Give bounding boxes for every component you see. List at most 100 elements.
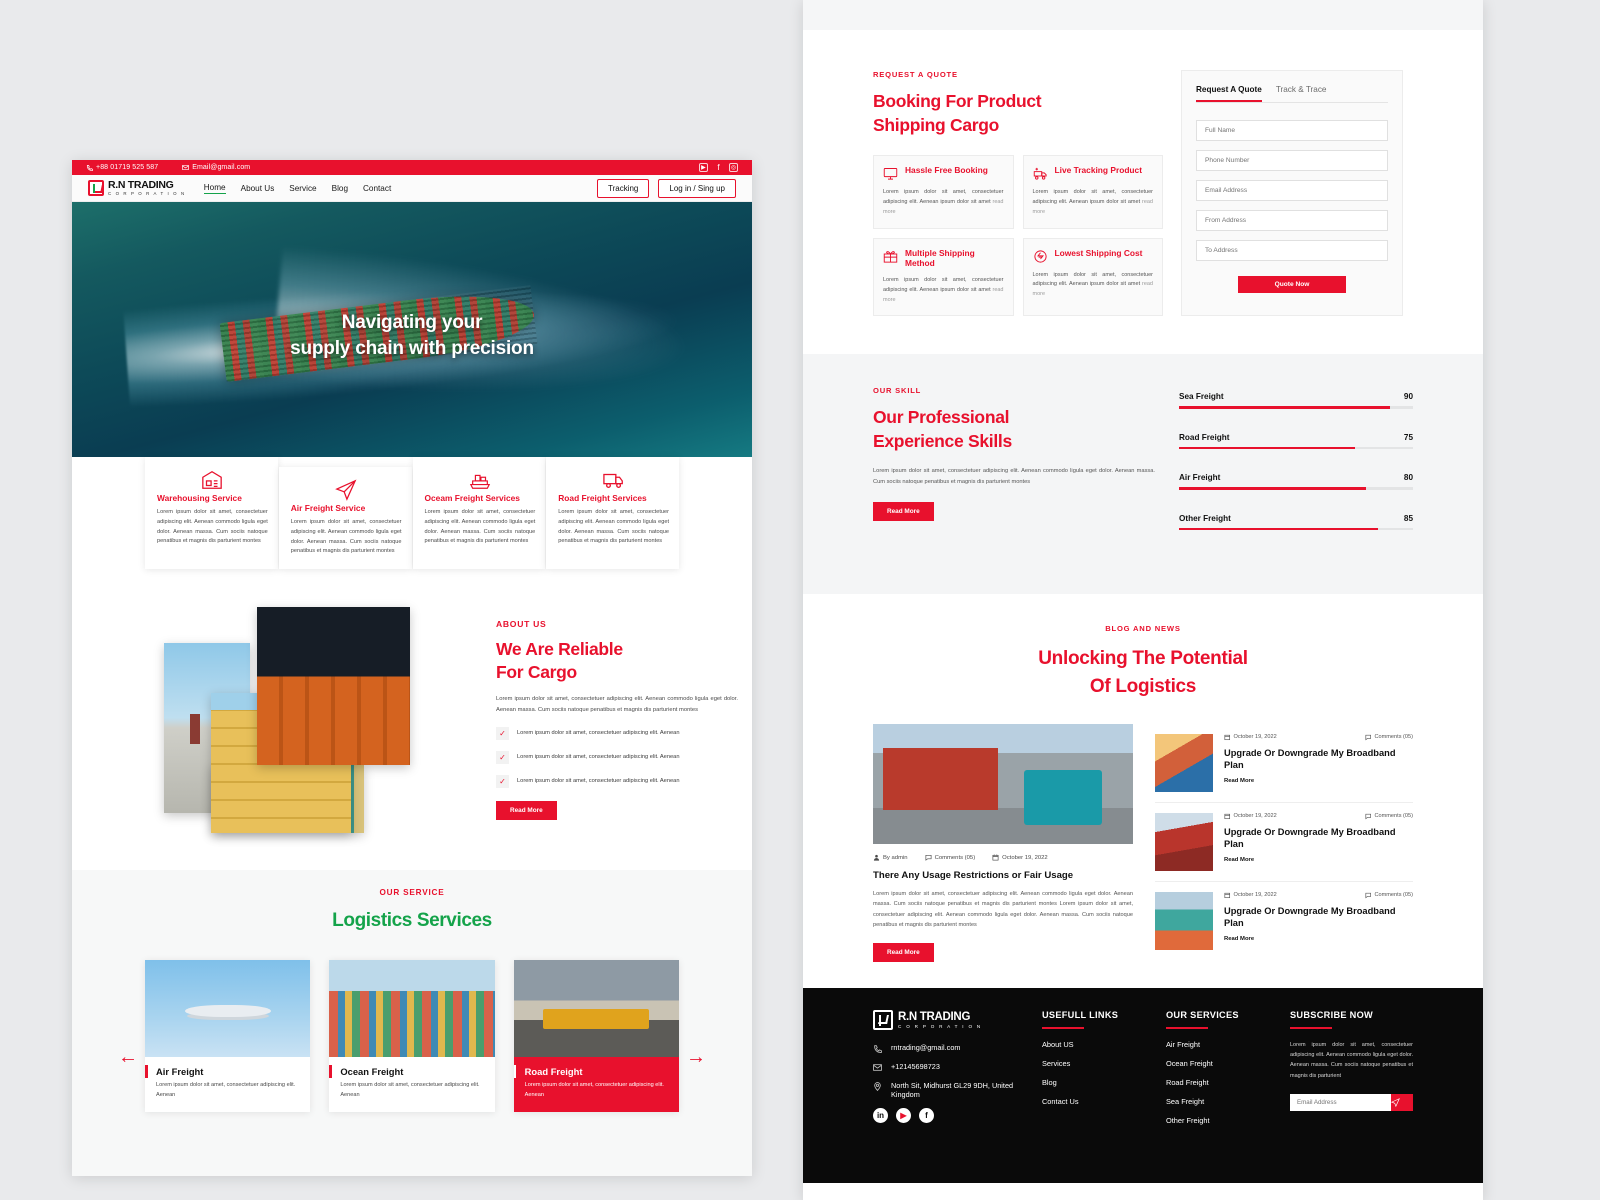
footer-address-text: North Sit, Midhurst GL29 9DH, United Kin… [891, 1081, 1014, 1100]
request-quote-section: REQUEST A QUOTE Booking For Product Ship… [803, 30, 1483, 355]
footer-link-contact-us[interactable]: Contact Us [1042, 1097, 1144, 1106]
feature-card-body: Lorem ipsum dolor sit amet, consectetuer… [1032, 271, 1154, 288]
nav-actions: Tracking Log in / Sing up [597, 178, 736, 198]
footer-link-services[interactable]: Services [1042, 1059, 1144, 1068]
skill-row-other-freight: Other Freight 85 [1179, 514, 1413, 530]
blog-item-title[interactable]: Upgrade Or Downgrade My Broadband Plan [1224, 826, 1413, 851]
blog-item-title[interactable]: Upgrade Or Downgrade My Broadband Plan [1224, 905, 1413, 930]
calendar-icon [992, 854, 999, 861]
feature-card-body: Lorem ipsum dolor sit amet, consectetuer… [883, 189, 1004, 206]
about-read-more-button[interactable]: Read More [496, 800, 557, 820]
nav-item-about-us[interactable]: About Us [241, 184, 275, 193]
homepage-top-panel: +88 01719 525 587 Email@gmail.com ▶ f ◎ … [72, 160, 752, 1176]
blog-item-read-more[interactable]: Read More [1224, 778, 1413, 784]
nav-item-service[interactable]: Service [289, 184, 316, 193]
from-address-input[interactable] [1196, 210, 1388, 231]
about-paragraph: Lorem ipsum dolor sit amet, consectetuer… [496, 696, 738, 713]
email-address-input[interactable] [1196, 180, 1388, 201]
facebook-icon[interactable]: f [714, 163, 723, 172]
footer-service-sea-freight[interactable]: Sea Freight [1166, 1097, 1268, 1106]
nav-links: Home About Us Service Blog Contact [203, 183, 391, 194]
skill-label: Road Freight [1179, 432, 1230, 442]
footer-logo[interactable]: R.N TRADING C O R P O R A T I O N [873, 1010, 1020, 1031]
topbar-phone-text: +88 01719 525 587 [96, 164, 159, 171]
nav-item-blog[interactable]: Blog [332, 184, 348, 193]
footer-service-ocean-freight[interactable]: Ocean Freight [1166, 1059, 1268, 1068]
skill-track [1179, 487, 1413, 490]
logistics-card-air-freight[interactable]: Air Freight Lorem ipsum dolor sit amet, … [145, 960, 311, 1112]
footer-phone-row[interactable]: +12145698723 [873, 1062, 1020, 1072]
topbar-email[interactable]: Email@gmail.com [182, 164, 250, 171]
carousel-prev-arrow-icon[interactable]: ← [118, 1046, 138, 1069]
skill-track [1179, 446, 1413, 450]
skill-row-air-freight: Air Freight 80 [1179, 473, 1413, 490]
blog-item-read-more[interactable]: Read More [1224, 936, 1413, 942]
footer-service-road-freight[interactable]: Road Freight [1166, 1078, 1268, 1087]
feature-card-multiple-shipping-method[interactable]: Multiple Shipping Method Lorem ipsum dol… [873, 237, 1014, 317]
topbar-socials: ▶ f ◎ [699, 163, 738, 172]
blog-list-item[interactable]: October 19, 2022 Comments (05) Upgrade O… [1155, 724, 1413, 804]
footer-service-air-freight[interactable]: Air Freight [1166, 1040, 1268, 1049]
skill-fill [1179, 487, 1367, 490]
blog-item-read-more[interactable]: Read More [1224, 857, 1413, 863]
logistics-card-road-freight[interactable]: Road Freight Lorem ipsum dolor sit amet,… [513, 960, 679, 1112]
logistics-card-ocean-freight[interactable]: Ocean Freight Lorem ipsum dolor sit amet… [329, 960, 495, 1112]
subscribe-send-button[interactable] [1391, 1093, 1413, 1111]
calendar-icon [1224, 734, 1231, 741]
service-card-ocean-freight[interactable]: Oceam Freight Services Lorem ipsum dolor… [412, 457, 546, 570]
phone-number-input[interactable] [1196, 150, 1388, 171]
tab-track-and-trace[interactable]: Track & Trace [1276, 85, 1327, 102]
facebook-icon[interactable]: f [919, 1108, 934, 1124]
service-card-air-freight[interactable]: Air Freight Service Lorem ipsum dolor si… [278, 467, 412, 570]
service-card-warehousing[interactable]: Warehousing Service Lorem ipsum dolor si… [145, 457, 278, 570]
subscribe-email-input[interactable] [1290, 1093, 1391, 1111]
blog-item-comments-text: Comments (05) [1374, 734, 1413, 741]
blog-list-item[interactable]: October 19, 2022 Comments (05) Upgrade O… [1155, 803, 1413, 883]
blog-featured-meta: By admin Comments (05) October 19, 2022 [873, 854, 1133, 861]
feature-card-lowest-shipping-cost[interactable]: Lowest Shipping Cost Lorem ipsum dolor s… [1022, 237, 1163, 317]
skills-read-more-button[interactable]: Read More [873, 502, 934, 522]
blog-featured-post[interactable]: By admin Comments (05) October 19, 2022 … [873, 724, 1133, 963]
nav-item-home[interactable]: Home [203, 183, 226, 194]
check-icon: ✓ [496, 726, 509, 740]
quote-heading-line1: Booking For Product [873, 91, 1042, 111]
service-card-road-freight[interactable]: Road Freight Services Lorem ipsum dolor … [546, 457, 679, 570]
about-heading: We Are Reliable For Cargo [496, 638, 752, 684]
carousel-next-arrow-icon[interactable]: → [686, 1046, 706, 1069]
feature-card-hassle-free-booking[interactable]: Hassle Free Booking Lorem ipsum dolor si… [873, 155, 1014, 229]
youtube-icon[interactable]: ▶ [896, 1108, 911, 1124]
footer-link-blog[interactable]: Blog [1042, 1078, 1144, 1087]
linkedin-icon[interactable]: in [873, 1108, 888, 1124]
instagram-icon[interactable]: ◎ [729, 163, 738, 172]
quote-now-button[interactable]: Quote Now [1238, 276, 1346, 293]
site-logo[interactable]: R.N TRADING C O R P O R A T I O N [88, 180, 186, 196]
logistics-services-carousel: Air Freight Lorem ipsum dolor sit amet, … [72, 932, 752, 1112]
logo-mark-icon [88, 180, 104, 196]
blog-featured-title[interactable]: There Any Usage Restrictions or Fair Usa… [873, 870, 1133, 881]
blog-list-item[interactable]: October 19, 2022 Comments (05) Upgrade O… [1155, 882, 1413, 960]
blog-item-title[interactable]: Upgrade Or Downgrade My Broadband Plan [1224, 747, 1413, 772]
tab-request-a-quote[interactable]: Request A Quote [1196, 85, 1262, 102]
blog-body: By admin Comments (05) October 19, 2022 … [873, 724, 1413, 963]
blog-side-list: October 19, 2022 Comments (05) Upgrade O… [1155, 724, 1413, 962]
feature-card-live-tracking-product[interactable]: Live Tracking Product Lorem ipsum dolor … [1022, 155, 1163, 229]
footer-email-row[interactable]: rntrading@gmail.com [873, 1043, 1020, 1054]
nav-item-contact[interactable]: Contact [363, 184, 391, 193]
footer-email-text: rntrading@gmail.com [891, 1043, 961, 1053]
blog-read-more-button[interactable]: Read More [873, 943, 934, 963]
about-check-item: ✓ Lorem ipsum dolor sit amet, consectetu… [496, 750, 752, 764]
footer-service-other-freight[interactable]: Other Freight [1166, 1116, 1268, 1125]
youtube-icon[interactable]: ▶ [699, 163, 708, 172]
tracking-button[interactable]: Tracking [597, 178, 650, 198]
tracking-icon [1033, 166, 1048, 181]
about-eyebrow: ABOUT US [496, 619, 547, 629]
service-card-title: Air Freight Service [290, 503, 366, 513]
to-address-input[interactable] [1196, 240, 1388, 261]
service-card-body: Lorem ipsum dolor sit amet, consectetuer… [157, 509, 268, 545]
service-card-body: Lorem ipsum dolor sit amet, consectetuer… [424, 509, 536, 545]
login-signup-button[interactable]: Log in / Sing up [658, 178, 736, 198]
full-name-input[interactable] [1196, 120, 1388, 141]
footer-link-about-us[interactable]: About US [1042, 1040, 1144, 1049]
topbar-phone[interactable]: +88 01719 525 587 [86, 164, 158, 171]
card-accent-bar [329, 1065, 332, 1078]
